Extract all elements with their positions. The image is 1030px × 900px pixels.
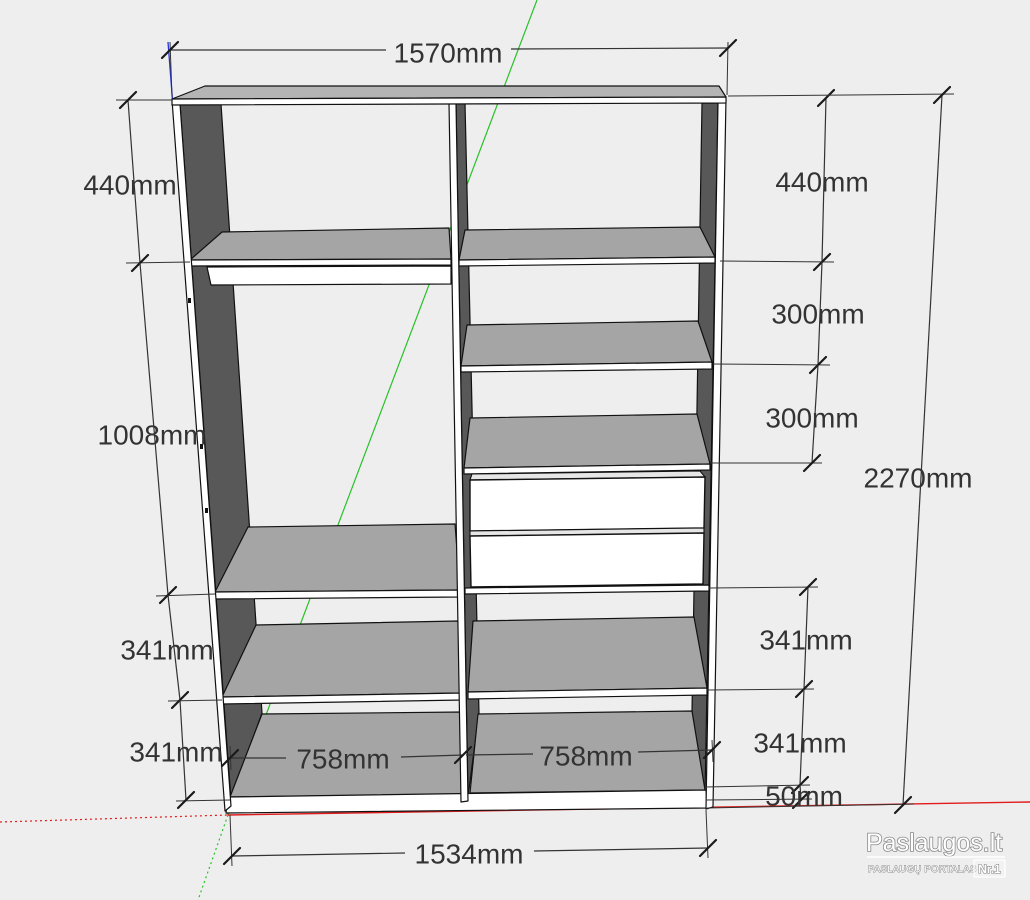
left-shelf-1 (189, 227, 452, 261)
label-right-shelf-2: 300mm (765, 403, 858, 434)
watermark: Paslaugos.lt PASLAUGŲ PORTALAS Nr.1 (865, 828, 1006, 878)
hanging-rail (206, 265, 452, 286)
label-overall-width-top: 1570mm (394, 38, 503, 69)
label-overall-height: 2270mm (864, 463, 973, 494)
drawer-1-front (469, 476, 706, 532)
left-shelf-2 (214, 523, 461, 593)
label-right-top-section: 440mm (775, 167, 868, 198)
left-shelf-3 (221, 620, 464, 698)
drawer-2-front (469, 532, 705, 588)
right-shelf-1 (458, 226, 716, 261)
model-viewport: 1570mm 440mm 1008mm 341mm 341mm 758mm 75… (0, 0, 1030, 900)
watermark-brand: Paslaugos.lt (866, 829, 1002, 857)
label-right-shelf-upper: 341mm (759, 625, 852, 656)
right-shelf-3 (463, 413, 711, 469)
hinge-mark (205, 508, 208, 513)
label-right-shelf-1: 300mm (771, 299, 864, 330)
right-shelf-4 (467, 616, 708, 693)
watermark-tagline: PASLAUGŲ PORTALAS (868, 864, 977, 875)
label-left-shelf-upper: 341mm (120, 635, 213, 666)
watermark-badge: Nr.1 (978, 862, 1001, 876)
left-shelf-2-front (214, 589, 461, 600)
label-left-bottom-width: 758mm (296, 744, 389, 775)
right-shelf-2 (460, 320, 713, 367)
label-right-shelf-lower: 341mm (753, 728, 846, 759)
hinge-mark (188, 298, 191, 303)
label-left-middle-section: 1008mm (98, 420, 207, 451)
top-panel-front (171, 96, 727, 106)
label-right-bottom-width: 758mm (539, 741, 632, 772)
label-left-shelf-lower: 341mm (129, 737, 222, 768)
label-left-top-section: 440mm (83, 170, 176, 201)
left-shelf-1-front (189, 258, 452, 267)
label-overall-width-bottom: 1534mm (415, 839, 524, 870)
